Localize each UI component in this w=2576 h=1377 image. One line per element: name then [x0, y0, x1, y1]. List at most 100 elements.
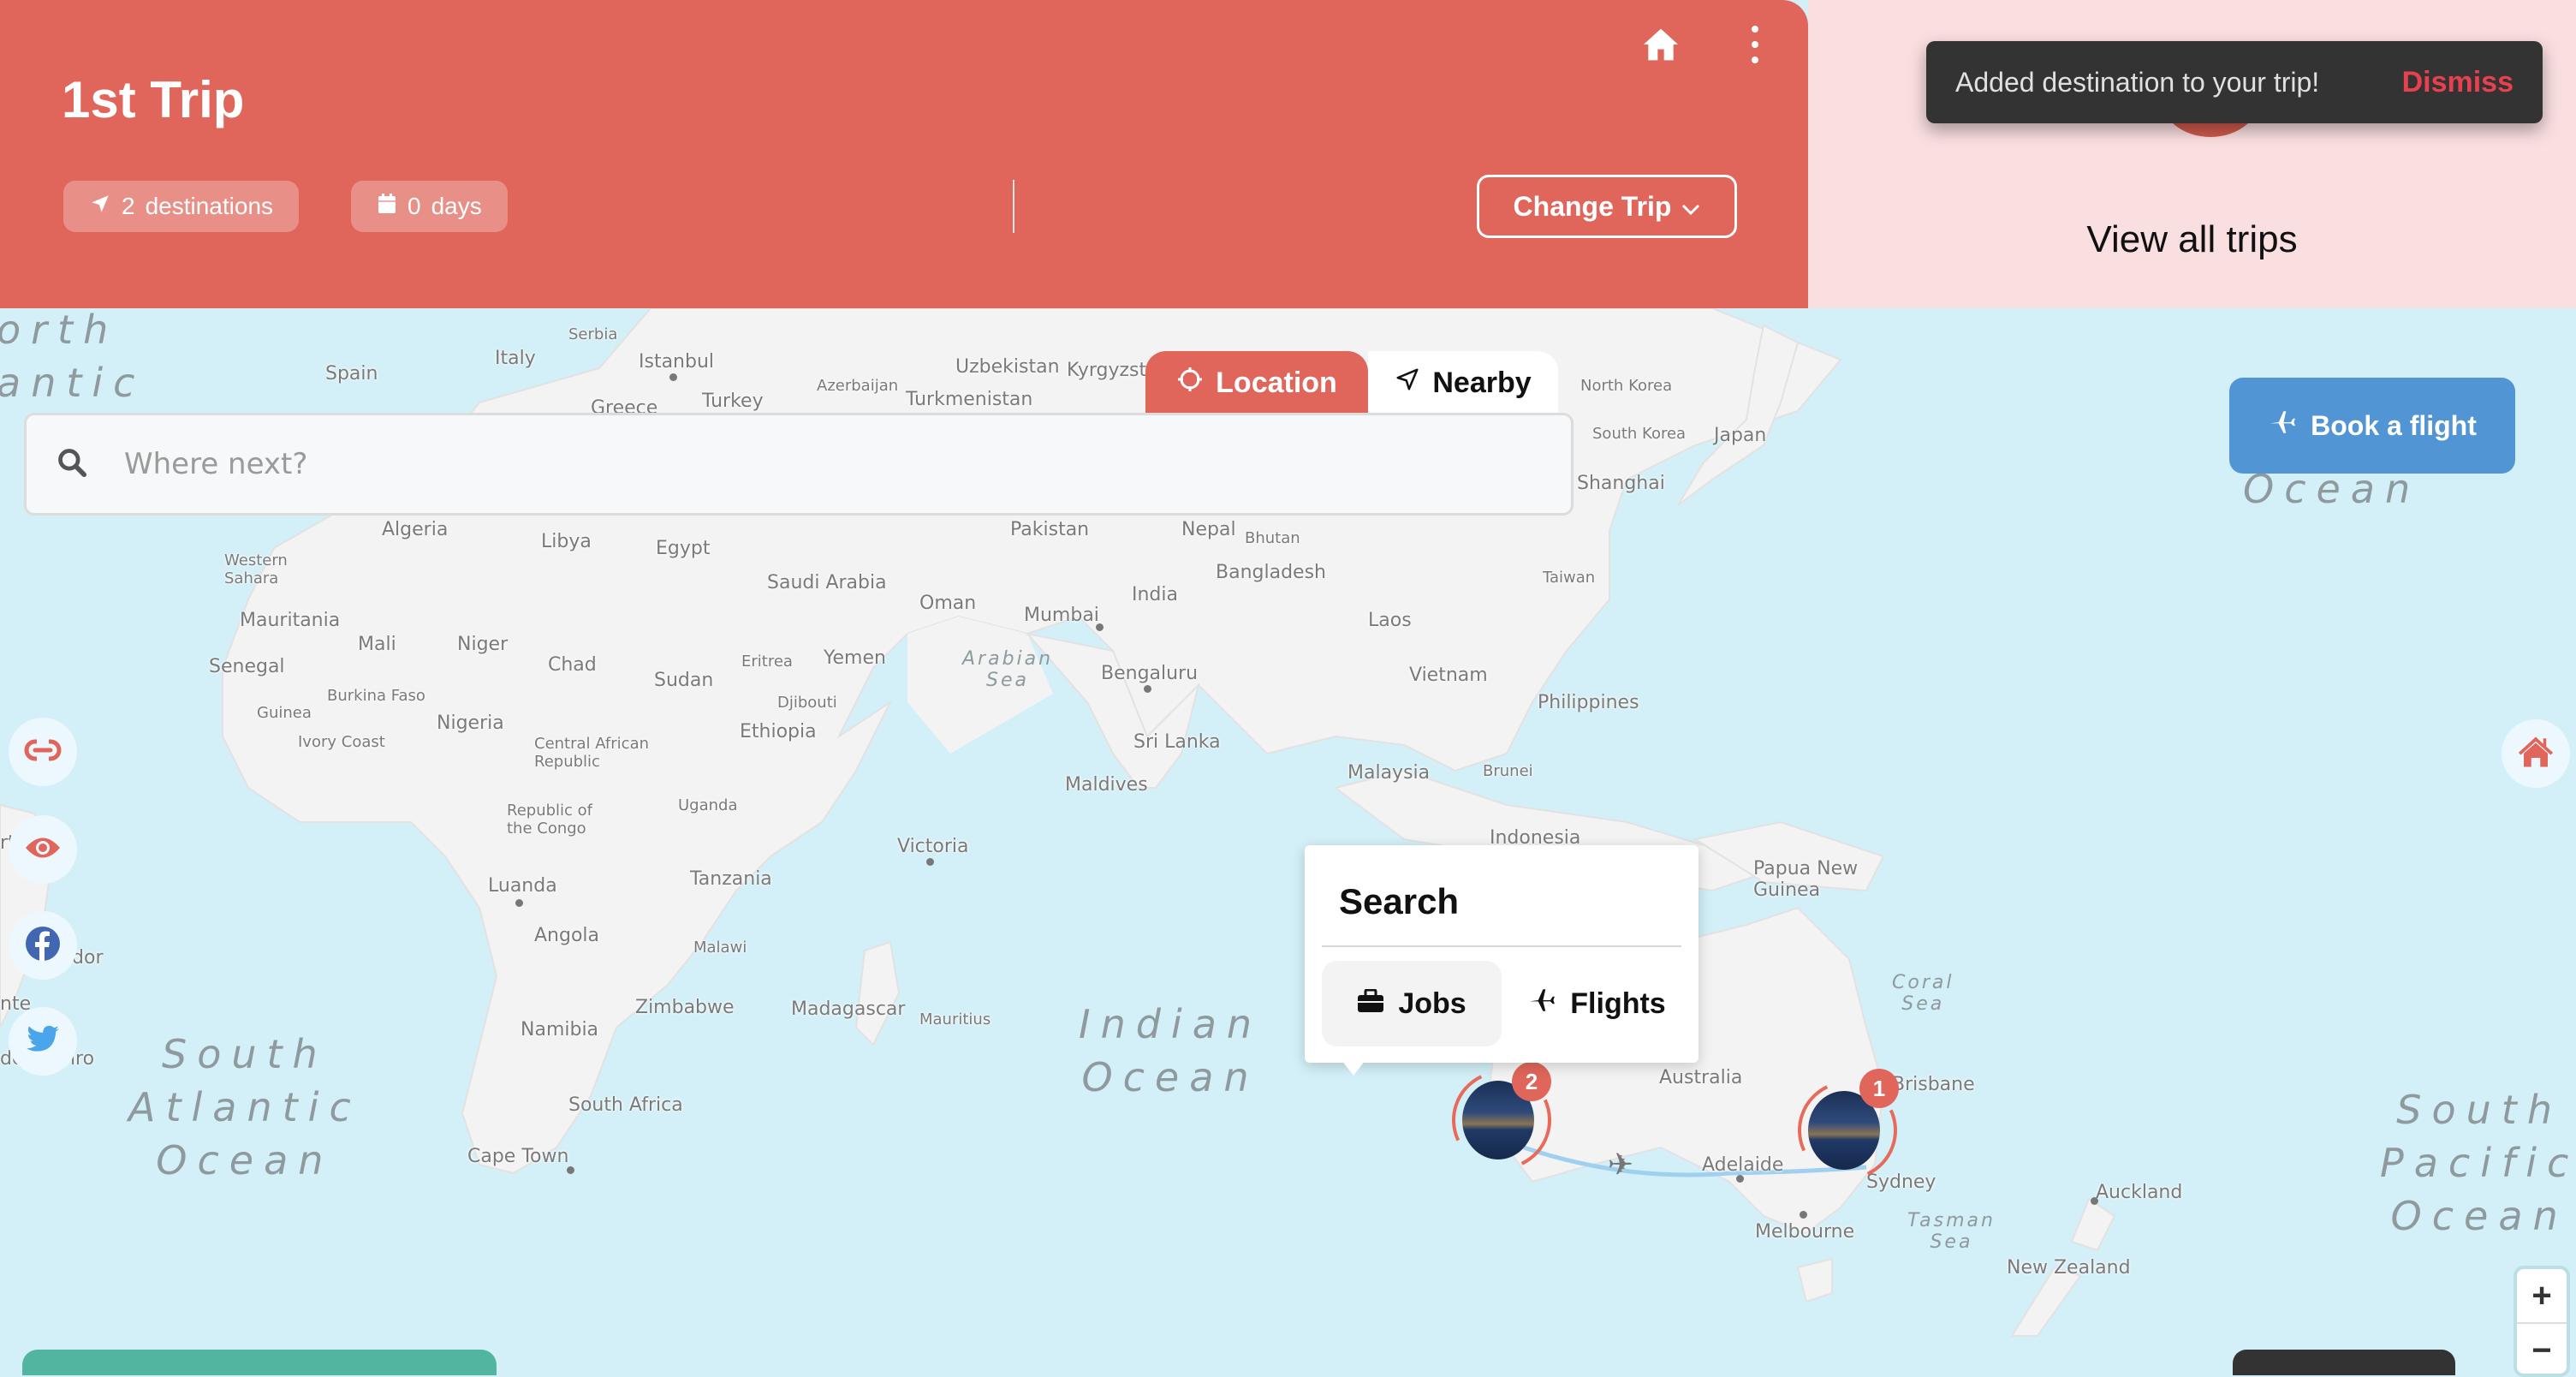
map-label: Ivory Coast [298, 733, 385, 751]
map-label: Western Sahara [224, 551, 288, 587]
change-trip-label: Change Trip [1513, 190, 1672, 222]
map-label: South Africa [568, 1094, 683, 1116]
map-label: Burkina Faso [327, 687, 425, 705]
city-dot [926, 858, 934, 866]
home-icon[interactable] [1642, 26, 1680, 63]
map-label: Niger [457, 634, 509, 655]
ocean-label-indian: Indian Ocean [1079, 1001, 1263, 1100]
navigation-arrow-icon [1395, 367, 1420, 400]
map-label: Philippines [1538, 692, 1639, 713]
bottom-left-action-button[interactable] [22, 1350, 497, 1375]
ocean-label-south-atlantic: South Atlantic Ocean [128, 1031, 361, 1183]
book-flight-button[interactable]: Book a flight [2229, 378, 2515, 474]
sea-label-tasman: Tasman Sea [1907, 1210, 1996, 1253]
map-zoom-control: + − [2514, 1266, 2570, 1377]
map-label: Mali [358, 634, 396, 655]
airplane-icon [1527, 986, 1556, 1022]
map-label: Spain [325, 363, 378, 384]
toast-dismiss-button[interactable]: Dismiss [2402, 66, 2514, 99]
change-trip-button[interactable]: Change Trip [1477, 175, 1737, 238]
destination-marker-sydney[interactable]: 1 [1783, 1066, 1912, 1195]
home-map-button[interactable] [2502, 719, 2570, 788]
map-label: India [1132, 584, 1178, 605]
map-label: Italy [495, 348, 536, 369]
map-label: Madagascar [791, 998, 906, 1020]
map-label: Papua New Guinea [1753, 858, 1859, 901]
city-dot [669, 373, 677, 381]
tab-location-label: Location [1216, 366, 1337, 399]
map-label: Uzbekistan [955, 356, 1060, 378]
facebook-icon [26, 926, 60, 965]
bottom-right-action-button[interactable] [2233, 1350, 2455, 1375]
search-icon [56, 446, 88, 483]
where-next-input[interactable] [122, 446, 1571, 482]
sea-label-coral: Coral Sea [1892, 972, 1954, 1015]
more-options-icon[interactable] [1746, 26, 1764, 63]
map-label: Zimbabwe [635, 997, 735, 1018]
share-link-button[interactable] [9, 718, 77, 786]
map-label: Adelaide [1702, 1154, 1784, 1176]
map-label: Bangladesh [1216, 562, 1326, 583]
map-label: Yemen [824, 647, 886, 669]
zoom-in-button[interactable]: + [2517, 1269, 2567, 1324]
map-label: Victoria [897, 836, 969, 857]
map-label: Melbourne [1755, 1221, 1855, 1243]
map-label: Eritrea [741, 653, 793, 671]
map-label: Angola [534, 925, 600, 946]
map-label: Turkmenistan [906, 389, 1033, 410]
map-label: South Korea [1592, 425, 1687, 443]
map-label: Saudi Arabia [767, 572, 887, 593]
map-label: Egypt [656, 538, 711, 559]
map-label: Tanzania [690, 868, 772, 890]
home-icon [2518, 735, 2554, 773]
map-label: Vietnam [1409, 665, 1488, 686]
map-label: Oman [919, 593, 977, 614]
map-label: Istanbul [639, 351, 715, 373]
destinations-count-pill[interactable]: 2 destinations [63, 181, 300, 232]
map-label: Kyrgyzst [1067, 360, 1147, 381]
map-label: Mauritius [919, 1010, 991, 1028]
map-label: Maldives [1065, 774, 1148, 796]
map-label: Bhutan [1245, 529, 1300, 547]
view-all-trips-link[interactable]: View all trips [1808, 218, 2576, 261]
calendar-icon [377, 193, 397, 221]
map-label: Pakistan [1010, 519, 1090, 540]
airplane-icon [2268, 408, 2297, 444]
map-label: Luanda [488, 875, 557, 897]
city-dot [1800, 1211, 1807, 1219]
city-dot [1144, 685, 1151, 693]
map-label: Laos [1368, 610, 1412, 631]
popup-title: Search [1339, 881, 1460, 921]
city-dot [1096, 623, 1104, 631]
navigation-arrow-icon [89, 193, 111, 221]
search-jobs-button[interactable]: Jobs [1322, 961, 1502, 1046]
flights-label: Flights [1570, 987, 1666, 1020]
map-label: Ethiopia [740, 721, 817, 742]
twitter-share-button[interactable] [9, 1007, 77, 1076]
search-bar [24, 413, 1574, 516]
visibility-button[interactable] [9, 815, 77, 884]
days-label: days [431, 193, 482, 219]
map-label: Uganda [678, 796, 738, 814]
destination-marker-perth[interactable]: 2 [1437, 1056, 1566, 1184]
facebook-share-button[interactable] [9, 911, 77, 980]
header-divider [1013, 180, 1014, 233]
map-label: Senegal [209, 656, 285, 677]
tab-location[interactable]: Location [1145, 351, 1368, 414]
map-label: Sudan [654, 670, 714, 691]
map-label: Guinea [257, 704, 312, 722]
map-label: Djibouti [777, 694, 837, 712]
zoom-out-button[interactable]: − [2517, 1324, 2567, 1374]
map-label: Brunei [1483, 762, 1533, 780]
ocean-label-north-atlantic: orth antic [0, 307, 146, 406]
map-label: Cape Town [467, 1146, 569, 1167]
map-label: Turkey [702, 390, 764, 412]
map-label: Shanghai [1577, 473, 1665, 494]
map-label: Namibia [521, 1019, 599, 1040]
jobs-label: Jobs [1398, 987, 1466, 1020]
eye-icon [24, 835, 62, 865]
map-label: Mumbai [1024, 605, 1099, 626]
tab-nearby[interactable]: Nearby [1368, 351, 1558, 414]
search-flights-button[interactable]: Flights [1507, 961, 1687, 1046]
days-count-pill[interactable]: 0 days [351, 181, 508, 232]
